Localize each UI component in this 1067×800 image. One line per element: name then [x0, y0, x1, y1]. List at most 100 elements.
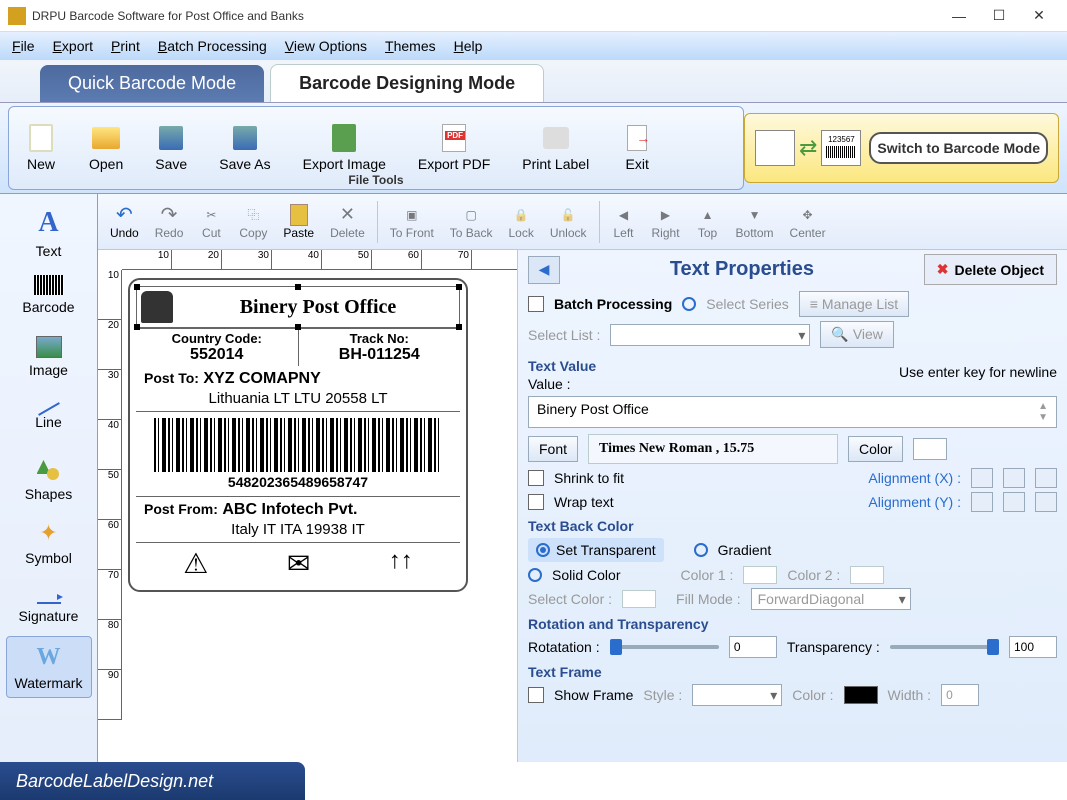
arrow-up-icon: ▲: [696, 204, 720, 226]
unlock-button[interactable]: 🔓Unlock: [546, 202, 591, 242]
select-list-dropdown[interactable]: [610, 324, 810, 346]
paste-button[interactable]: Paste: [279, 202, 318, 242]
minimize-button[interactable]: —: [939, 2, 979, 30]
frame-width-spinner[interactable]: 0: [941, 684, 979, 706]
label-preview[interactable]: Binery Post Office Country Code:552014 T…: [128, 278, 468, 592]
lock-icon: 🔒: [509, 204, 533, 226]
to-back-icon: ▢: [459, 204, 483, 226]
app-title: DRPU Barcode Software for Post Office an…: [32, 9, 939, 23]
align-top-button[interactable]: ▲Top: [692, 202, 724, 242]
batch-processing-checkbox[interactable]: [528, 296, 544, 312]
transparency-slider[interactable]: [890, 645, 999, 649]
align-x-left[interactable]: [971, 468, 993, 488]
solid-radio[interactable]: [528, 568, 542, 582]
menu-help[interactable]: Help: [454, 38, 483, 55]
switch-mode-button[interactable]: ⇄ 123567 Switch to Barcode Mode: [744, 113, 1059, 183]
frame-color-swatch[interactable]: [844, 686, 878, 704]
to-back-button[interactable]: ▢To Back: [446, 202, 497, 242]
list-icon: ≡: [810, 296, 818, 312]
to-front-button[interactable]: ▣To Front: [386, 202, 438, 242]
text-color-swatch[interactable]: [913, 438, 947, 460]
redo-icon: ↷: [157, 204, 181, 226]
tool-image[interactable]: Image: [6, 326, 92, 388]
fill-mode-dropdown[interactable]: ForwardDiagonal: [751, 588, 911, 610]
copy-button[interactable]: ⿻Copy: [235, 202, 271, 242]
panel-title: Text Properties: [568, 258, 916, 281]
select-color-swatch[interactable]: [622, 590, 656, 608]
image-icon: [36, 336, 62, 358]
view-button[interactable]: 🔍View: [820, 321, 894, 348]
tool-symbol[interactable]: ✦Symbol: [6, 512, 92, 574]
save-button[interactable]: Save: [139, 120, 203, 176]
tool-barcode[interactable]: Barcode: [6, 264, 92, 326]
save-as-button[interactable]: Save As: [203, 120, 286, 176]
menu-themes[interactable]: Themes: [385, 38, 436, 55]
new-button[interactable]: New: [9, 120, 73, 176]
gradient-radio[interactable]: [694, 543, 708, 557]
back-button[interactable]: ◀: [528, 256, 560, 284]
lock-button[interactable]: 🔒Lock: [504, 202, 537, 242]
exit-button[interactable]: Exit: [605, 120, 669, 176]
align-right-button[interactable]: ▶Right: [648, 202, 684, 242]
redo-button[interactable]: ↷Redo: [151, 202, 188, 242]
tool-shapes[interactable]: Shapes: [6, 450, 92, 512]
color1-swatch[interactable]: [743, 566, 777, 584]
align-y-bottom[interactable]: [1035, 492, 1057, 512]
font-button[interactable]: Font: [528, 436, 578, 462]
align-left-button[interactable]: ◀Left: [608, 202, 640, 242]
align-x-center[interactable]: [1003, 468, 1025, 488]
align-x-right[interactable]: [1035, 468, 1057, 488]
color-button[interactable]: Color: [848, 436, 903, 462]
tab-quick-barcode[interactable]: Quick Barcode Mode: [40, 65, 264, 102]
align-y-top[interactable]: [971, 492, 993, 512]
envelope-icon: ✉: [287, 547, 310, 580]
menu-view[interactable]: View Options: [285, 38, 367, 55]
transparent-radio[interactable]: [536, 543, 550, 557]
print-label-button[interactable]: Print Label: [506, 120, 605, 176]
cut-button[interactable]: ✂Cut: [195, 202, 227, 242]
transparency-spinner[interactable]: 100: [1009, 636, 1057, 658]
undo-icon: ↶: [112, 204, 136, 226]
tool-line[interactable]: Line: [6, 388, 92, 450]
mailbox-icon: [141, 291, 173, 323]
align-y-middle[interactable]: [1003, 492, 1025, 512]
arrow-down-icon: ▼: [743, 204, 767, 226]
select-series-radio[interactable]: [682, 297, 696, 311]
color2-swatch[interactable]: [850, 566, 884, 584]
tool-signature[interactable]: Signature: [6, 574, 92, 636]
menu-batch[interactable]: Batch Processing: [158, 38, 267, 55]
shrink-checkbox[interactable]: [528, 470, 544, 486]
delete-icon: ✕: [335, 204, 359, 226]
menu-file[interactable]: File: [12, 38, 35, 55]
delete-x-icon: ✖: [937, 261, 949, 278]
open-button[interactable]: Open: [73, 120, 139, 176]
frame-style-dropdown[interactable]: [692, 684, 782, 706]
menubar: File Export Print Batch Processing View …: [0, 32, 1067, 60]
maximize-button[interactable]: ☐: [979, 2, 1019, 30]
close-button[interactable]: ✕: [1019, 2, 1059, 30]
wrap-checkbox[interactable]: [528, 494, 544, 510]
tool-watermark[interactable]: WWatermark: [6, 636, 92, 698]
paste-icon: [290, 204, 308, 226]
show-frame-checkbox[interactable]: [528, 687, 544, 703]
delete-button[interactable]: ✕Delete: [326, 202, 369, 242]
canvas[interactable]: 10203040506070 102030405060708090 Binery…: [98, 250, 518, 762]
rotation-slider[interactable]: [610, 645, 719, 649]
label-title-selected[interactable]: Binery Post Office: [136, 286, 460, 328]
export-image-button[interactable]: Export Image: [287, 120, 402, 176]
undo-button[interactable]: ↶Undo: [106, 202, 143, 242]
tab-barcode-designing[interactable]: Barcode Designing Mode: [270, 64, 544, 102]
menu-print[interactable]: Print: [111, 38, 140, 55]
text-value-input[interactable]: Binery Post Office▲▼: [528, 396, 1057, 428]
signature-icon: [37, 586, 61, 604]
rotation-spinner[interactable]: 0: [729, 636, 777, 658]
tool-text[interactable]: AText: [6, 202, 92, 264]
app-icon: [8, 7, 26, 25]
align-center-button[interactable]: ✥Center: [786, 202, 830, 242]
align-bottom-button[interactable]: ▼Bottom: [732, 202, 778, 242]
delete-object-button[interactable]: ✖Delete Object: [924, 254, 1057, 285]
manage-list-button[interactable]: ≡Manage List: [799, 291, 909, 317]
menu-export[interactable]: Export: [53, 38, 93, 55]
export-pdf-button[interactable]: PDFExport PDF: [402, 120, 506, 176]
footer-branding: BarcodeLabelDesign.net: [0, 762, 305, 800]
